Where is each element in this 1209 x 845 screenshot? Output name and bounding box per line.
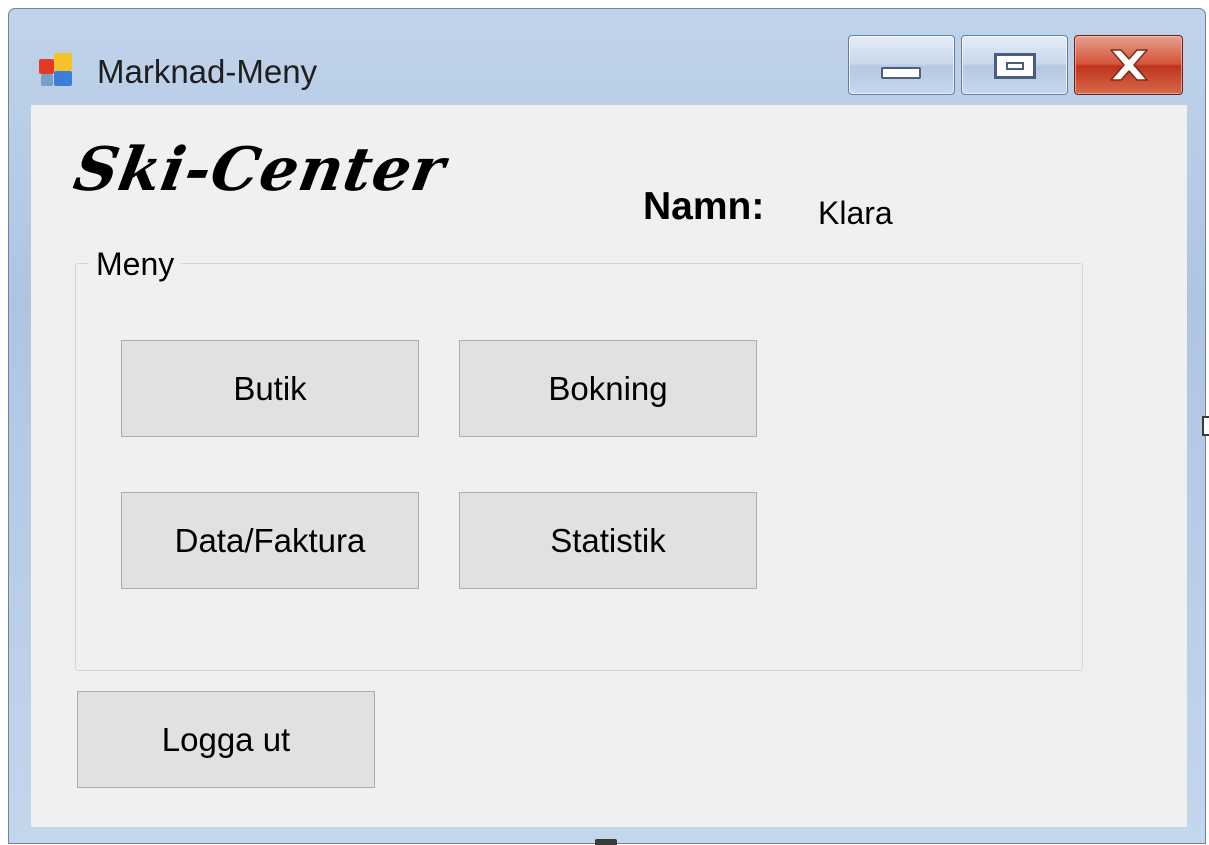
close-icon: [1075, 36, 1182, 94]
title-bar[interactable]: Marknad-Meny: [9, 9, 1205, 105]
bokning-button[interactable]: Bokning: [459, 340, 757, 437]
maximize-icon: [994, 53, 1036, 79]
menu-groupbox: Meny Butik Bokning Data/Faktura Statisti…: [75, 246, 1083, 671]
application-window: Marknad-Meny Ski-Center Namn: Klara Meny…: [8, 8, 1206, 844]
logout-button[interactable]: Logga ut: [77, 691, 375, 788]
data-faktura-button[interactable]: Data/Faktura: [121, 492, 419, 589]
resize-handle-right[interactable]: [1202, 416, 1209, 436]
minimize-button[interactable]: [848, 35, 955, 95]
menu-groupbox-legend: Meny: [89, 246, 182, 283]
app-icon[interactable]: [39, 53, 75, 89]
resize-handle-bottom[interactable]: [595, 839, 617, 845]
form-client-area: Ski-Center Namn: Klara Meny Butik Boknin…: [31, 105, 1187, 827]
name-value: Klara: [818, 195, 893, 231]
butik-button[interactable]: Butik: [121, 340, 419, 437]
minimize-icon: [881, 67, 921, 79]
maximize-button[interactable]: [961, 35, 1068, 95]
close-button[interactable]: [1074, 35, 1183, 95]
logo-ski-center: Ski-Center: [68, 135, 451, 205]
window-title: Marknad-Meny: [97, 53, 318, 90]
name-label: Namn:: [643, 185, 765, 228]
statistik-button[interactable]: Statistik: [459, 492, 757, 589]
